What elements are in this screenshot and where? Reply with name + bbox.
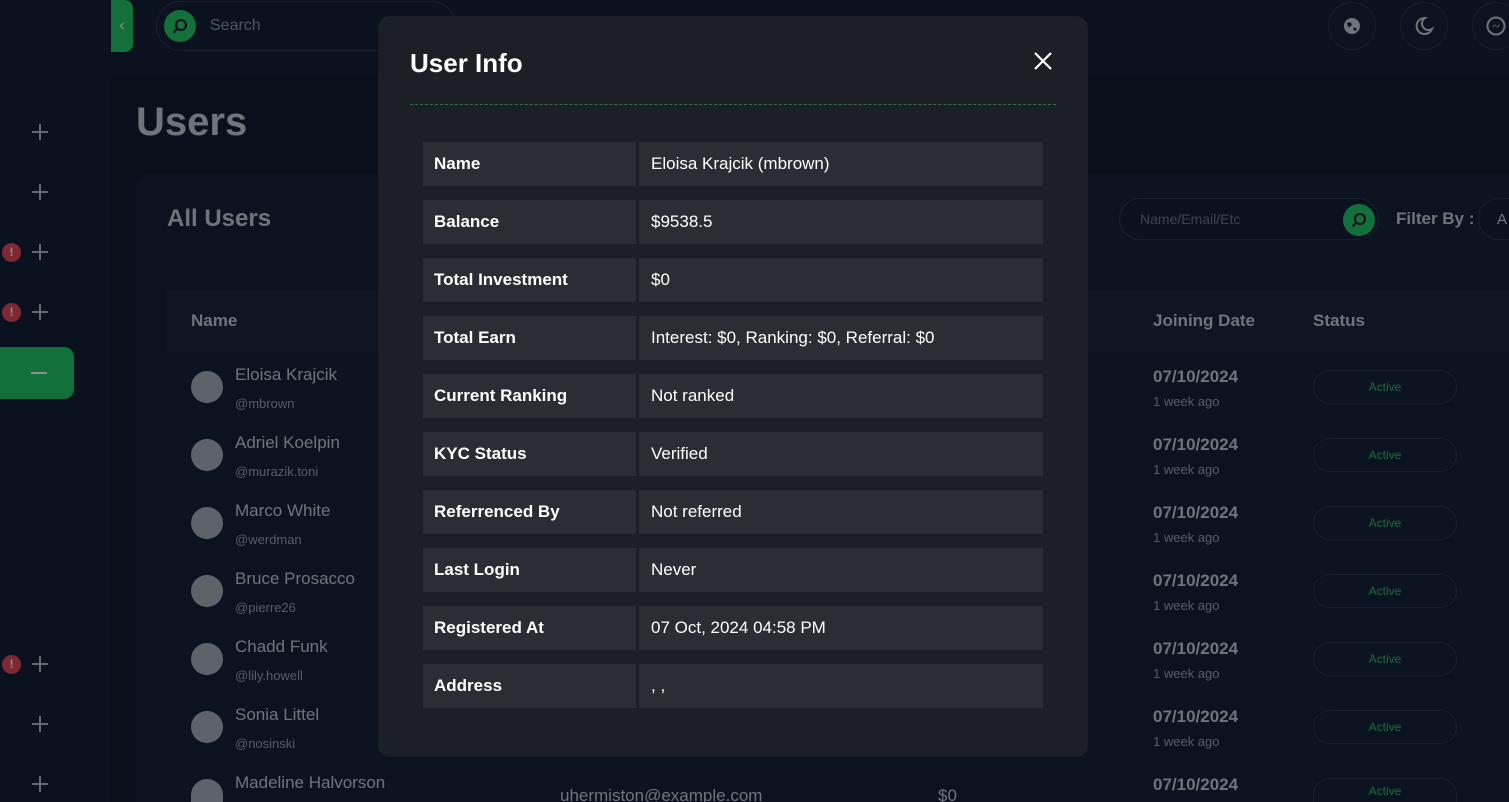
info-label: Registered At bbox=[423, 606, 636, 650]
modal-title: User Info bbox=[410, 48, 523, 78]
info-row-kyc-status: KYC Status Verified bbox=[423, 432, 1043, 476]
info-row-current-ranking: Current Ranking Not ranked bbox=[423, 374, 1043, 418]
info-row-total-earn: Total Earn Interest: $0, Ranking: $0, Re… bbox=[423, 316, 1043, 360]
info-value: Never bbox=[639, 548, 1043, 592]
info-value: Eloisa Krajcik (mbrown) bbox=[639, 142, 1043, 186]
info-label: Referrenced By bbox=[423, 490, 636, 534]
user-info-table: Name Eloisa Krajcik (mbrown) Balance $95… bbox=[423, 142, 1043, 722]
info-row-balance: Balance $9538.5 bbox=[423, 200, 1043, 244]
info-value: Not ranked bbox=[639, 374, 1043, 418]
info-row-name: Name Eloisa Krajcik (mbrown) bbox=[423, 142, 1043, 186]
info-value: $0 bbox=[639, 258, 1043, 302]
info-label: Balance bbox=[423, 200, 636, 244]
info-label: Total Earn bbox=[423, 316, 636, 360]
info-label: Address bbox=[423, 664, 636, 708]
info-row-registered-at: Registered At 07 Oct, 2024 04:58 PM bbox=[423, 606, 1043, 650]
info-value: , , bbox=[639, 664, 1043, 708]
info-row-total-investment: Total Investment $0 bbox=[423, 258, 1043, 302]
info-value: $9538.5 bbox=[639, 200, 1043, 244]
info-label: Last Login bbox=[423, 548, 636, 592]
info-row-address: Address , , bbox=[423, 664, 1043, 708]
info-value: 07 Oct, 2024 04:58 PM bbox=[639, 606, 1043, 650]
info-label: Name bbox=[423, 142, 636, 186]
info-row-last-login: Last Login Never bbox=[423, 548, 1043, 592]
user-info-modal: User Info Name Eloisa Krajcik (mbrown) B… bbox=[378, 16, 1088, 757]
info-label: KYC Status bbox=[423, 432, 636, 476]
info-label: Current Ranking bbox=[423, 374, 636, 418]
info-label: Total Investment bbox=[423, 258, 636, 302]
info-value: Interest: $0, Ranking: $0, Referral: $0 bbox=[639, 316, 1043, 360]
close-button[interactable] bbox=[1030, 48, 1056, 74]
info-value: Not referred bbox=[639, 490, 1043, 534]
close-icon bbox=[1034, 52, 1052, 70]
modal-divider bbox=[410, 104, 1056, 105]
info-value: Verified bbox=[639, 432, 1043, 476]
info-row-referenced-by: Referrenced By Not referred bbox=[423, 490, 1043, 534]
